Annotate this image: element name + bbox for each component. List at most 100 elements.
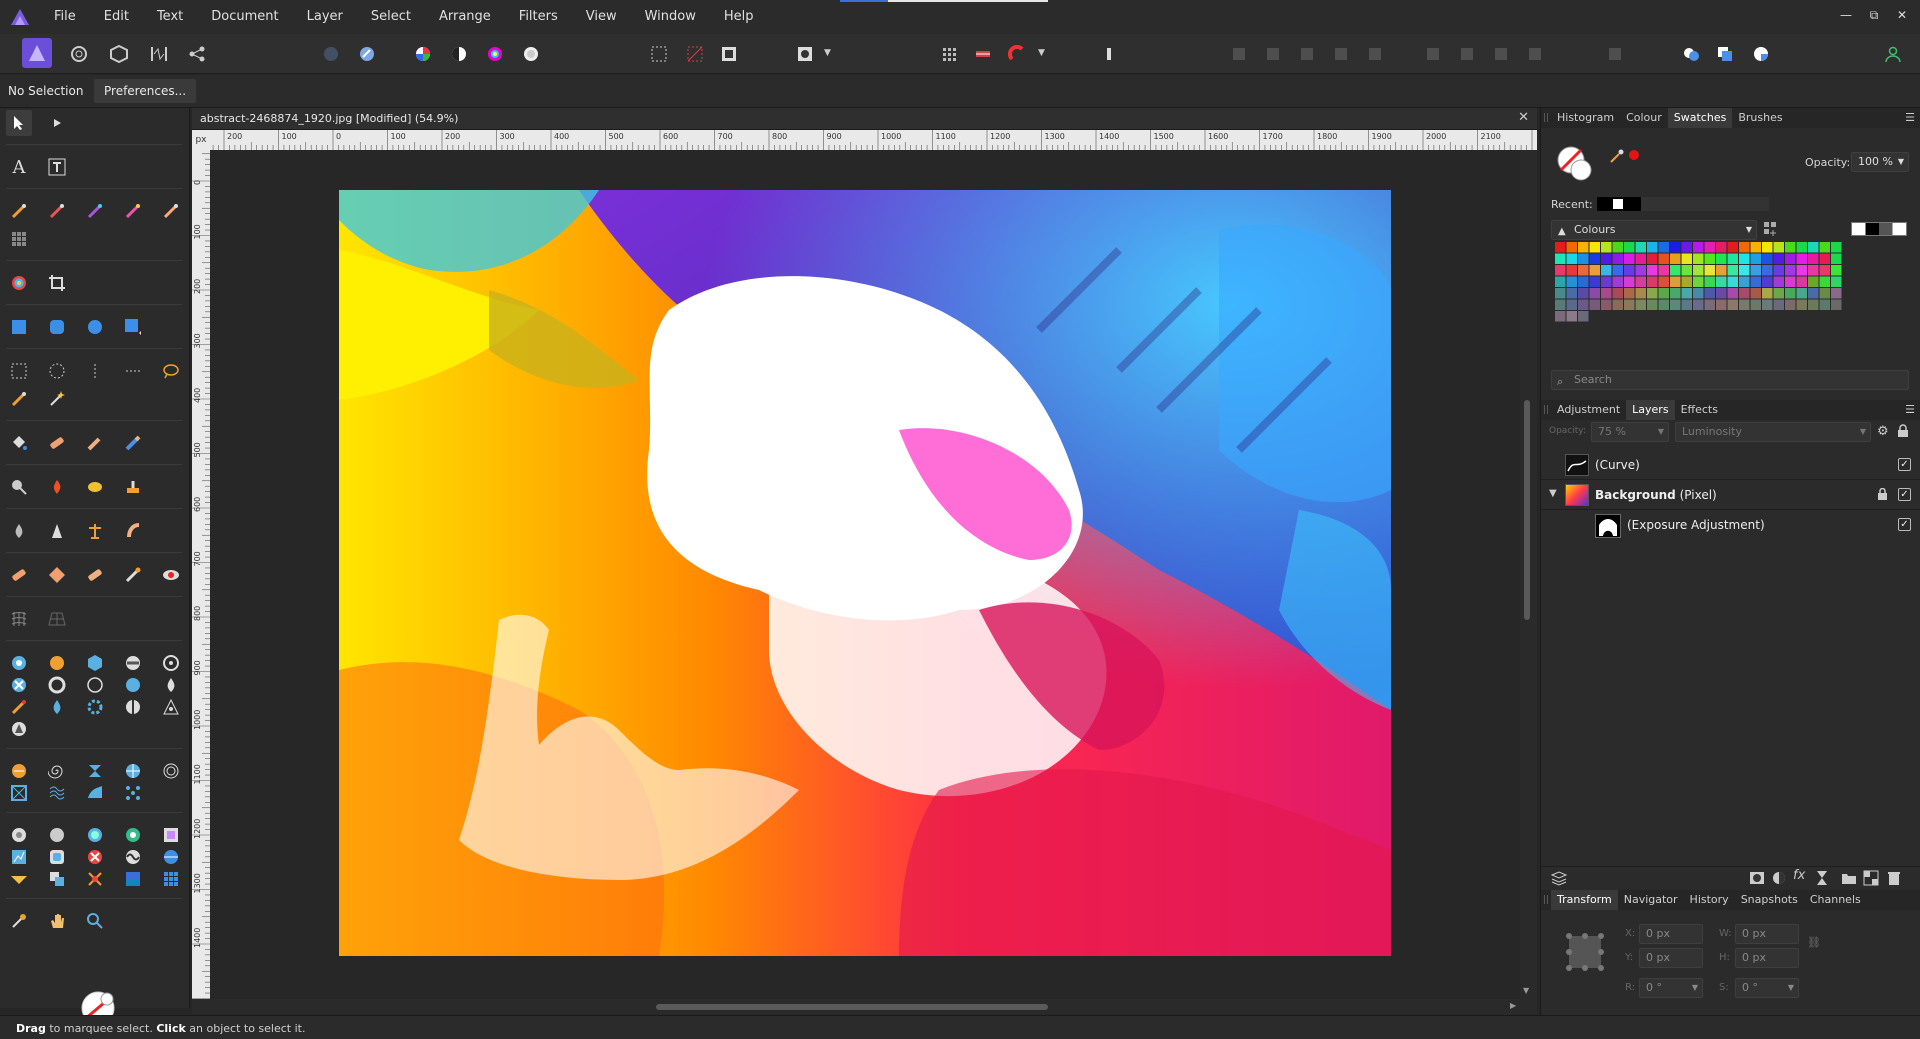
dodge-tool-icon[interactable] <box>6 474 32 500</box>
paint-brush-tool-icon[interactable] <box>6 198 32 224</box>
filter-icon-25[interactable] <box>120 780 146 806</box>
colour-swatch[interactable] <box>1612 299 1624 311</box>
filter-icon-24[interactable] <box>82 780 108 806</box>
colour-picker-tool-icon[interactable] <box>6 270 32 296</box>
canvas-area[interactable] <box>210 150 1520 1000</box>
link-proportions-icon[interactable]: ⛓ <box>1807 936 1821 949</box>
colour-swatch[interactable] <box>1670 299 1681 311</box>
layer-visibility-checkbox[interactable]: ✓ <box>1898 488 1911 501</box>
pixel-grid-tool-icon[interactable] <box>6 226 32 252</box>
colour-swatch[interactable] <box>1796 299 1808 311</box>
tab-brushes[interactable]: Brushes <box>1732 108 1788 128</box>
colour-swatch[interactable] <box>1796 288 1808 299</box>
colour-swatch[interactable] <box>1578 276 1589 288</box>
align-icon-2[interactable] <box>1260 42 1286 66</box>
colour-swatch[interactable] <box>1750 253 1762 265</box>
colour-swatch[interactable] <box>1739 288 1750 299</box>
panel-grip-icon[interactable]: || <box>1541 400 1551 420</box>
colour-swatch[interactable] <box>1808 242 1819 253</box>
force-pixel-alignment-icon[interactable] <box>970 42 996 66</box>
tone-mapping-persona-icon[interactable] <box>146 42 172 66</box>
layer-lock-icon[interactable] <box>1897 424 1909 441</box>
live-filter-fx-icon[interactable]: fx <box>1793 868 1805 883</box>
colour-swatch[interactable] <box>1750 242 1762 253</box>
layer-row-background[interactable]: ▼ Background (Pixel) ✓ <box>1541 480 1920 510</box>
colour-swatch[interactable] <box>1773 242 1785 253</box>
tab-history[interactable]: History <box>1684 890 1735 910</box>
panel-grip-icon[interactable]: || <box>1541 890 1551 910</box>
flood-fill-tool-icon[interactable] <box>6 430 32 456</box>
colour-swatch[interactable] <box>1681 299 1693 311</box>
colour-swatch[interactable] <box>1555 242 1566 253</box>
y-position-field[interactable]: 0 px <box>1639 948 1703 968</box>
colour-swatch[interactable] <box>1624 253 1635 265</box>
width-field[interactable]: 0 px <box>1735 924 1799 944</box>
panel-menu-icon[interactable]: ☰ <box>1905 403 1915 416</box>
colour-swatch[interactable] <box>1624 299 1635 311</box>
height-field[interactable]: 0 px <box>1735 948 1799 968</box>
menu-document[interactable]: Document <box>197 0 292 34</box>
colour-swatch[interactable] <box>1831 253 1842 265</box>
colour-swatch[interactable] <box>1658 242 1670 253</box>
colour-swatch[interactable] <box>1819 265 1831 276</box>
arrange-icon-4[interactable] <box>1522 42 1548 66</box>
healing-brush-tool-icon[interactable] <box>6 562 32 588</box>
blemish-removal-tool-icon[interactable] <box>82 562 108 588</box>
blur-brush-tool-icon[interactable] <box>6 518 32 544</box>
frame-text-tool-icon[interactable] <box>44 154 70 180</box>
blend-mode-select[interactable]: Luminosity ▼ <box>1675 422 1871 442</box>
filter-icon-36[interactable] <box>6 866 32 892</box>
colour-swatch[interactable] <box>1555 311 1566 322</box>
colour-swatch[interactable] <box>1555 253 1566 265</box>
colour-swatch[interactable] <box>1566 242 1578 253</box>
colour-swatch[interactable] <box>1808 276 1819 288</box>
vertical-scrollbar[interactable]: ▼ <box>1520 150 1537 1000</box>
layer-stack-icon[interactable] <box>1550 870 1568 889</box>
colour-swatch[interactable] <box>1796 242 1808 253</box>
filter-icon-13[interactable] <box>82 694 108 720</box>
invert-selection-icon[interactable] <box>716 42 742 66</box>
auto-contrast-icon[interactable] <box>446 42 472 66</box>
colour-swatch[interactable] <box>1693 299 1704 311</box>
colour-swatch[interactable] <box>1831 265 1842 276</box>
colour-swatch[interactable] <box>1670 253 1681 265</box>
filter-icon-23[interactable] <box>44 780 70 806</box>
quick-mask-dropdown-icon[interactable]: ▼ <box>824 48 831 58</box>
colour-swatch[interactable] <box>1589 265 1601 276</box>
colour-swatch[interactable] <box>1750 299 1762 311</box>
snapping-icon[interactable] <box>1004 42 1030 66</box>
layer-locked-icon[interactable] <box>1877 487 1888 504</box>
erase-tool-icon[interactable] <box>120 430 146 456</box>
user-account-icon[interactable] <box>1880 42 1906 66</box>
colour-swatch[interactable] <box>1819 288 1831 299</box>
colour-swatch[interactable] <box>1578 288 1589 299</box>
colour-swatch[interactable] <box>1773 299 1785 311</box>
colour-swatch[interactable] <box>1693 242 1704 253</box>
colour-swatch[interactable] <box>1658 288 1670 299</box>
elliptical-marquee-tool-icon[interactable] <box>44 358 70 384</box>
colour-swatch[interactable] <box>1693 253 1704 265</box>
colour-swatch[interactable] <box>1831 242 1842 253</box>
assistant-icon[interactable] <box>354 42 380 66</box>
colour-swatch[interactable] <box>1819 242 1831 253</box>
colour-swatch[interactable] <box>1566 299 1578 311</box>
filter-icon-21[interactable] <box>158 758 184 784</box>
colour-swatch[interactable] <box>1601 242 1612 253</box>
panel-grip-icon[interactable]: || <box>1541 108 1551 128</box>
colour-swatch[interactable] <box>1727 299 1739 311</box>
colour-swatch[interactable] <box>1704 265 1716 276</box>
colour-swatch[interactable] <box>1647 276 1658 288</box>
colour-swatch[interactable] <box>1716 276 1727 288</box>
view-hand-tool-icon[interactable] <box>44 908 70 934</box>
colour-swatch[interactable] <box>1773 288 1785 299</box>
filter-icon-16[interactable] <box>6 716 32 742</box>
colour-swatch[interactable] <box>1785 253 1796 265</box>
colour-swatch[interactable] <box>1727 253 1739 265</box>
artistic-text-tool-icon[interactable]: A <box>6 154 32 180</box>
scroll-right-arrow-icon[interactable]: ▶ <box>1510 1001 1516 1010</box>
colour-swatch[interactable] <box>1635 242 1647 253</box>
layer-visibility-checkbox[interactable]: ✓ <box>1898 458 1911 471</box>
colour-swatch[interactable] <box>1670 265 1681 276</box>
colour-swatch[interactable] <box>1739 299 1750 311</box>
horizontal-scrollbar[interactable]: ▶ <box>192 999 1537 1015</box>
